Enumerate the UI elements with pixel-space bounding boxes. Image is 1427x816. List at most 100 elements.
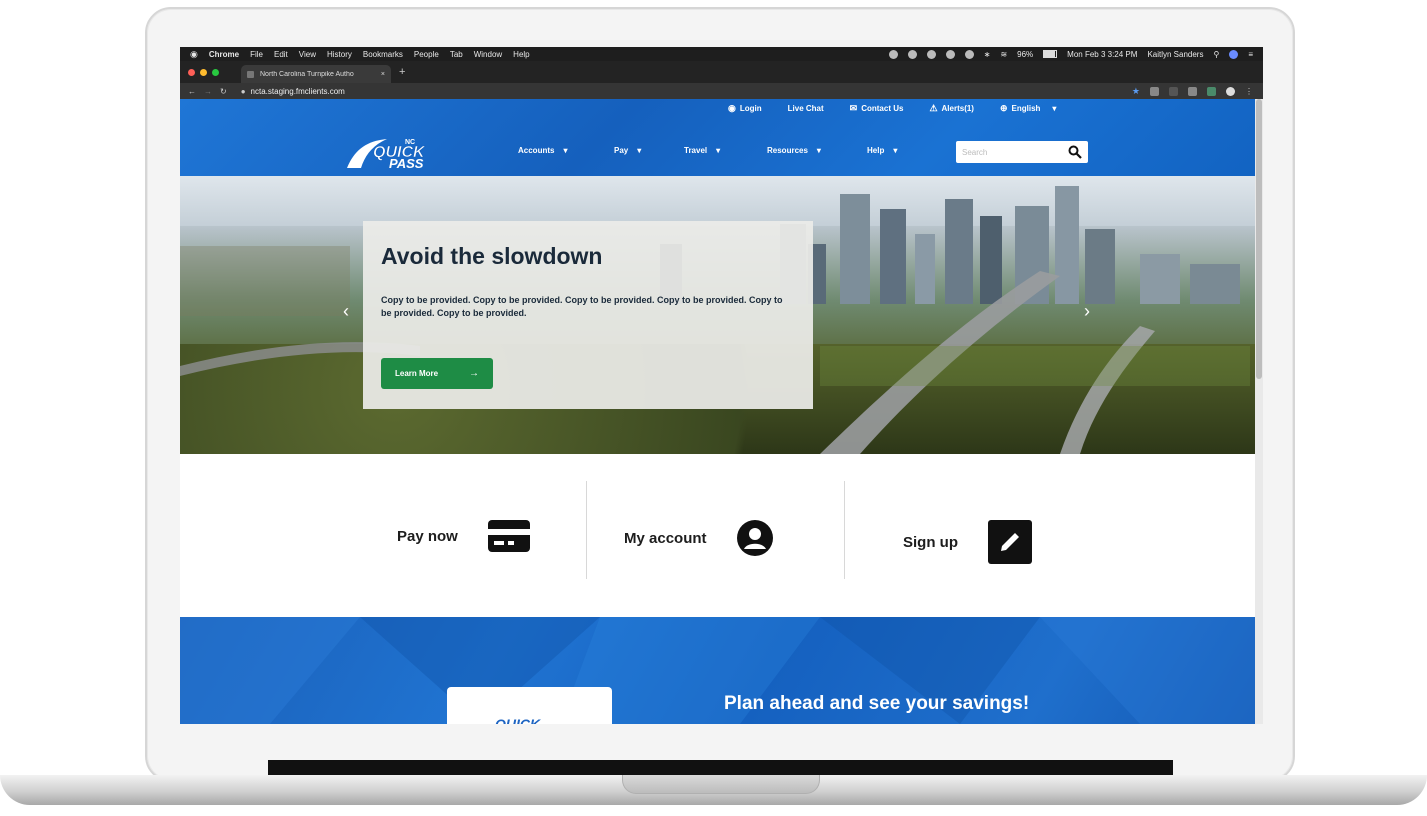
web-page: ◉ Login Live Chat ✉ Contact Us ⚠ Alerts(1) …: [180, 99, 1255, 724]
menu-history[interactable]: History: [327, 50, 352, 59]
battery-icon[interactable]: [1043, 50, 1058, 58]
envelope-icon: ✉: [849, 103, 858, 113]
laptop-notch: [622, 775, 820, 794]
menu-tab[interactable]: Tab: [450, 50, 463, 59]
hero-title: Avoid the slowdown: [381, 243, 603, 269]
nc-quick-pass-logo[interactable]: NC QUICK PASS: [345, 135, 465, 169]
search-input[interactable]: Search: [956, 148, 1068, 157]
url-field[interactable]: ncta.staging.fmclients.com: [251, 87, 345, 96]
extension-icon-4[interactable]: [1207, 86, 1216, 96]
favicon-icon: [247, 70, 254, 78]
savings-title: Plan ahead and see your savings!: [724, 693, 1030, 714]
menu-bookmarks[interactable]: Bookmarks: [363, 50, 403, 59]
edit-icon: [988, 520, 1032, 564]
login-label: Login: [739, 104, 762, 113]
logo-pass: PASS: [389, 156, 424, 169]
contact-label: Contact Us: [861, 104, 904, 113]
nav-accounts-label: Accounts: [518, 146, 555, 155]
live-chat-link[interactable]: Live Chat: [788, 104, 824, 113]
learn-more-label: Learn More: [395, 369, 439, 378]
divider: [844, 481, 845, 579]
carousel-prev-icon[interactable]: ‹: [343, 301, 349, 322]
menu-help[interactable]: Help: [513, 50, 529, 59]
menu-chrome[interactable]: Chrome: [209, 50, 239, 59]
address-bar: ← → ↻ ● ncta.staging.fmclients.com ★ ⋮: [180, 83, 1263, 99]
nav-help[interactable]: Help ▾: [867, 146, 927, 155]
nav-accounts[interactable]: Accounts ▾: [518, 146, 614, 155]
nav-travel-label: Travel: [684, 146, 708, 155]
menu-file[interactable]: File: [250, 50, 263, 59]
status-icon-3[interactable]: [926, 49, 936, 59]
menu-people[interactable]: People: [414, 50, 439, 59]
wifi-icon[interactable]: ≋: [1000, 50, 1007, 59]
shield-icon[interactable]: [945, 49, 955, 59]
bookmark-star-icon[interactable]: ★: [1132, 86, 1140, 97]
live-chat-label: Live Chat: [787, 104, 824, 113]
alert-icon: ⚠: [929, 103, 938, 113]
nav-pay[interactable]: Pay ▾: [614, 146, 684, 155]
login-link[interactable]: ◉ Login: [728, 103, 762, 114]
sign-up-link[interactable]: Sign up: [903, 520, 1032, 564]
chevron-down-icon: ▾: [1052, 104, 1057, 113]
extension-icon-2[interactable]: [1169, 86, 1178, 96]
band-pattern: [180, 617, 1255, 724]
divider: [586, 481, 587, 579]
menu-edit[interactable]: Edit: [274, 50, 288, 59]
alerts-label: Alerts(1): [941, 104, 974, 113]
chrome-menu-icon[interactable]: ⋮: [1245, 87, 1253, 96]
contact-link[interactable]: ✉ Contact Us: [850, 103, 904, 114]
forward-icon[interactable]: →: [204, 87, 212, 96]
chevron-down-icon: ▾: [563, 146, 568, 155]
status-icon-2[interactable]: [907, 49, 917, 59]
reload-icon[interactable]: ↻: [220, 87, 227, 96]
menu-window[interactable]: Window: [474, 50, 502, 59]
nav-help-label: Help: [867, 146, 885, 155]
airplay-icon[interactable]: [964, 49, 974, 59]
nav-resources[interactable]: Resources ▾: [767, 146, 867, 155]
search-icon[interactable]: [1068, 145, 1088, 159]
tab-title: North Carolina Turnpike Autho: [260, 70, 354, 78]
profile-icon[interactable]: [1226, 86, 1235, 96]
language-select[interactable]: ⊕ English ▾: [1000, 103, 1056, 114]
chevron-down-icon: ▾: [637, 146, 642, 155]
nc-quick-pass-logo: QUICK: [495, 716, 541, 724]
minimize-window-icon[interactable]: [200, 68, 207, 76]
nav-resources-label: Resources: [767, 146, 808, 155]
user-name[interactable]: Kaitlyn Sanders: [1147, 50, 1203, 59]
quick-links: Pay now My account Sign up: [180, 454, 1255, 617]
chevron-down-icon: ▾: [893, 146, 898, 155]
chevron-down-icon: ▾: [816, 146, 821, 155]
my-account-label: My account: [624, 529, 707, 547]
menu-view[interactable]: View: [299, 50, 316, 59]
alerts-link[interactable]: ⚠ Alerts(1): [929, 103, 974, 114]
notification-center-icon[interactable]: ≡: [1248, 50, 1253, 59]
browser-tab[interactable]: North Carolina Turnpike Autho ×: [241, 65, 391, 83]
status-icon-1[interactable]: [888, 49, 898, 59]
user-circle-icon: ◉: [728, 103, 736, 113]
carousel-next-icon[interactable]: ›: [1084, 301, 1090, 322]
maximize-window-icon[interactable]: [212, 68, 219, 76]
search-box[interactable]: Search: [956, 141, 1088, 163]
scrollbar[interactable]: [1255, 99, 1263, 724]
sign-up-label: Sign up: [903, 533, 958, 551]
tab-close-icon[interactable]: ×: [381, 71, 385, 78]
browser-tab-bar: North Carolina Turnpike Autho × +: [180, 61, 1263, 83]
learn-more-button[interactable]: Learn More →: [381, 358, 493, 389]
my-account-link[interactable]: My account: [624, 520, 773, 556]
back-icon[interactable]: ←: [188, 87, 196, 96]
bluetooth-icon[interactable]: ∗: [984, 50, 991, 59]
new-tab-button[interactable]: +: [399, 66, 405, 78]
pay-now-link[interactable]: Pay now: [397, 520, 530, 552]
spotlight-icon[interactable]: ⚲: [1213, 50, 1219, 59]
clock[interactable]: Mon Feb 3 3:24 PM: [1067, 50, 1137, 59]
credit-card-icon: [487, 520, 530, 552]
extension-icon-1[interactable]: [1150, 86, 1159, 96]
siri-icon[interactable]: [1229, 49, 1239, 59]
savings-band: QUICK Plan ahead and see your savings!: [180, 617, 1255, 724]
apple-icon[interactable]: ◉: [190, 49, 198, 60]
close-window-icon[interactable]: [188, 68, 195, 76]
nav-travel[interactable]: Travel ▾: [684, 146, 767, 155]
scrollbar-thumb[interactable]: [1256, 99, 1262, 379]
extension-icon-3[interactable]: [1188, 86, 1197, 96]
battery-percent[interactable]: 96%: [1017, 50, 1033, 59]
